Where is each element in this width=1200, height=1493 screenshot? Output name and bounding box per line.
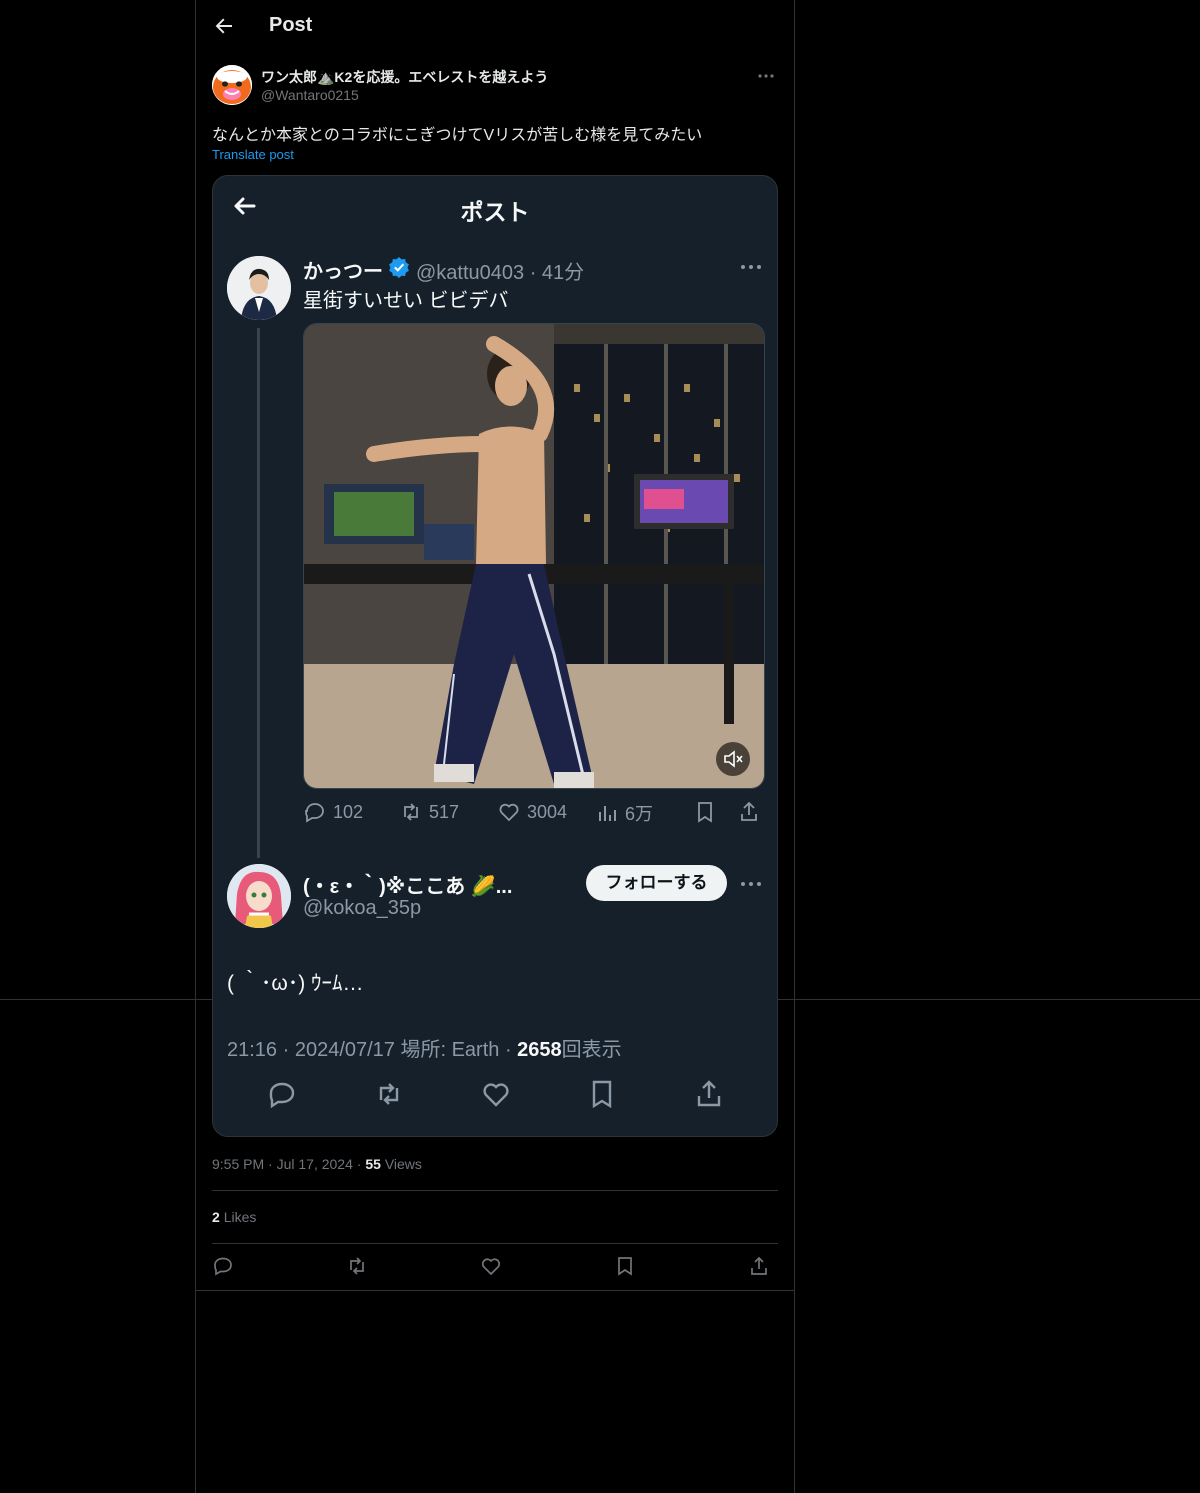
verified-badge-icon xyxy=(388,256,410,278)
back-arrow-icon[interactable] xyxy=(212,14,236,38)
post-image[interactable]: ポスト かっつー @kattu0403 · 41分 星街すいせい ビビデバ 10… xyxy=(212,175,778,1137)
embed-name-kokoa: (・ε・｀)※ここあ 🌽... xyxy=(303,876,513,898)
embed-actions-kokoa xyxy=(213,1078,777,1112)
bookmark-icon[interactable] xyxy=(614,1255,636,1277)
heart-icon xyxy=(499,803,519,822)
embed-retweet-icon-2 xyxy=(373,1078,405,1110)
post-time[interactable]: 9:55 PM xyxy=(212,1156,264,1172)
divider xyxy=(212,1190,778,1191)
post-date[interactable]: Jul 17, 2024 xyxy=(277,1156,353,1172)
embed-meta-views-label: 回表示 xyxy=(561,1039,622,1061)
likes-stat[interactable]: 2 Likes xyxy=(212,1209,256,1225)
post-actions xyxy=(212,1255,778,1279)
views-label: Views xyxy=(384,1156,422,1172)
embed-meta-kokoa: 21:16 · 2024/07/17 場所: Earth · 2658回表示 xyxy=(227,1033,622,1062)
author-avatar[interactable] xyxy=(212,65,252,105)
embed-avatar-kattu xyxy=(227,256,291,320)
reply-icon[interactable] xyxy=(212,1255,234,1277)
thread-line xyxy=(257,328,260,858)
likes-label: Likes xyxy=(223,1209,257,1225)
embed-avatar-kokoa xyxy=(227,864,291,928)
post-text: なんとか本家とのコラボにこぎつけてVリスが苦しむ様を見てみたい xyxy=(212,127,703,144)
embed-reply-icon-2 xyxy=(266,1078,298,1110)
embed-views-stat: 6万 xyxy=(595,800,653,826)
embed-like-count: 3004 xyxy=(527,801,568,822)
heart-icon[interactable] xyxy=(480,1255,502,1277)
embed-name-kattu: かっつー xyxy=(303,261,383,283)
page-title: Post xyxy=(269,14,313,36)
top-bar: Post xyxy=(196,0,794,53)
embed-retweet-count: 517 xyxy=(429,801,460,822)
embed-reply-stat: 102 xyxy=(303,800,363,824)
more-options-icon[interactable] xyxy=(756,66,776,86)
embed-more-icon-2 xyxy=(739,873,763,895)
embed-title: ポスト xyxy=(460,199,530,225)
embed-reply-count: 102 xyxy=(333,801,364,822)
views-chart-icon xyxy=(599,806,616,821)
embed-handle-time-kattu: @kattu0403 · 41分 xyxy=(416,262,585,284)
post-bottom-border xyxy=(196,1290,794,1291)
embed-handle-kokoa: @kokoa_35p xyxy=(303,897,422,919)
translate-post-link[interactable]: Translate post xyxy=(212,147,294,162)
meta-separator: · xyxy=(268,1156,277,1172)
retweet-icon[interactable] xyxy=(346,1255,368,1277)
embed-text-kattu: 星街すいせい ビビデバ xyxy=(303,290,509,312)
embed-follow-button: フォローする xyxy=(586,865,727,901)
embed-bookmark-icon xyxy=(693,800,717,824)
author-handle[interactable]: @Wantaro0215 xyxy=(261,87,359,103)
embed-bookmark-icon-2 xyxy=(586,1078,618,1110)
embed-meta-views-count: 2658 xyxy=(517,1039,562,1061)
embed-retweet-stat: 517 xyxy=(399,800,459,824)
views-count: 55 xyxy=(365,1156,381,1172)
likes-count: 2 xyxy=(212,1209,220,1225)
post-metadata: 9:55 PM · Jul 17, 2024 · 55 Views xyxy=(212,1156,422,1172)
share-icon[interactable] xyxy=(748,1255,770,1277)
embed-share-icon xyxy=(737,800,761,824)
author-name[interactable]: ワン太郎⛰️K2を応援。エベレストを越えよう xyxy=(261,67,548,87)
main-column: Post ワン太郎⛰️K2を応援。エベレストを越えよう @Wantaro0215… xyxy=(195,0,795,1493)
embed-share-icon-2 xyxy=(693,1078,725,1110)
divider xyxy=(212,1243,778,1244)
embed-like-stat: 3004 xyxy=(497,800,567,824)
embed-more-icon xyxy=(739,256,763,278)
embed-actions-kattu: 102 517 3004 6万 xyxy=(303,800,765,828)
embed-heart-icon-2 xyxy=(480,1078,512,1110)
mute-icon xyxy=(716,742,750,776)
embed-views-count: 6万 xyxy=(625,804,654,824)
embed-text-kokoa: ( ｀･ω･) ｳｰﾑ… xyxy=(227,972,364,995)
retweet-icon xyxy=(404,803,418,821)
embed-meta-time: 21:16 · 2024/07/17 場所: Earth · xyxy=(227,1039,518,1061)
reply-icon xyxy=(305,803,324,823)
embed-video-thumbnail xyxy=(303,323,765,789)
